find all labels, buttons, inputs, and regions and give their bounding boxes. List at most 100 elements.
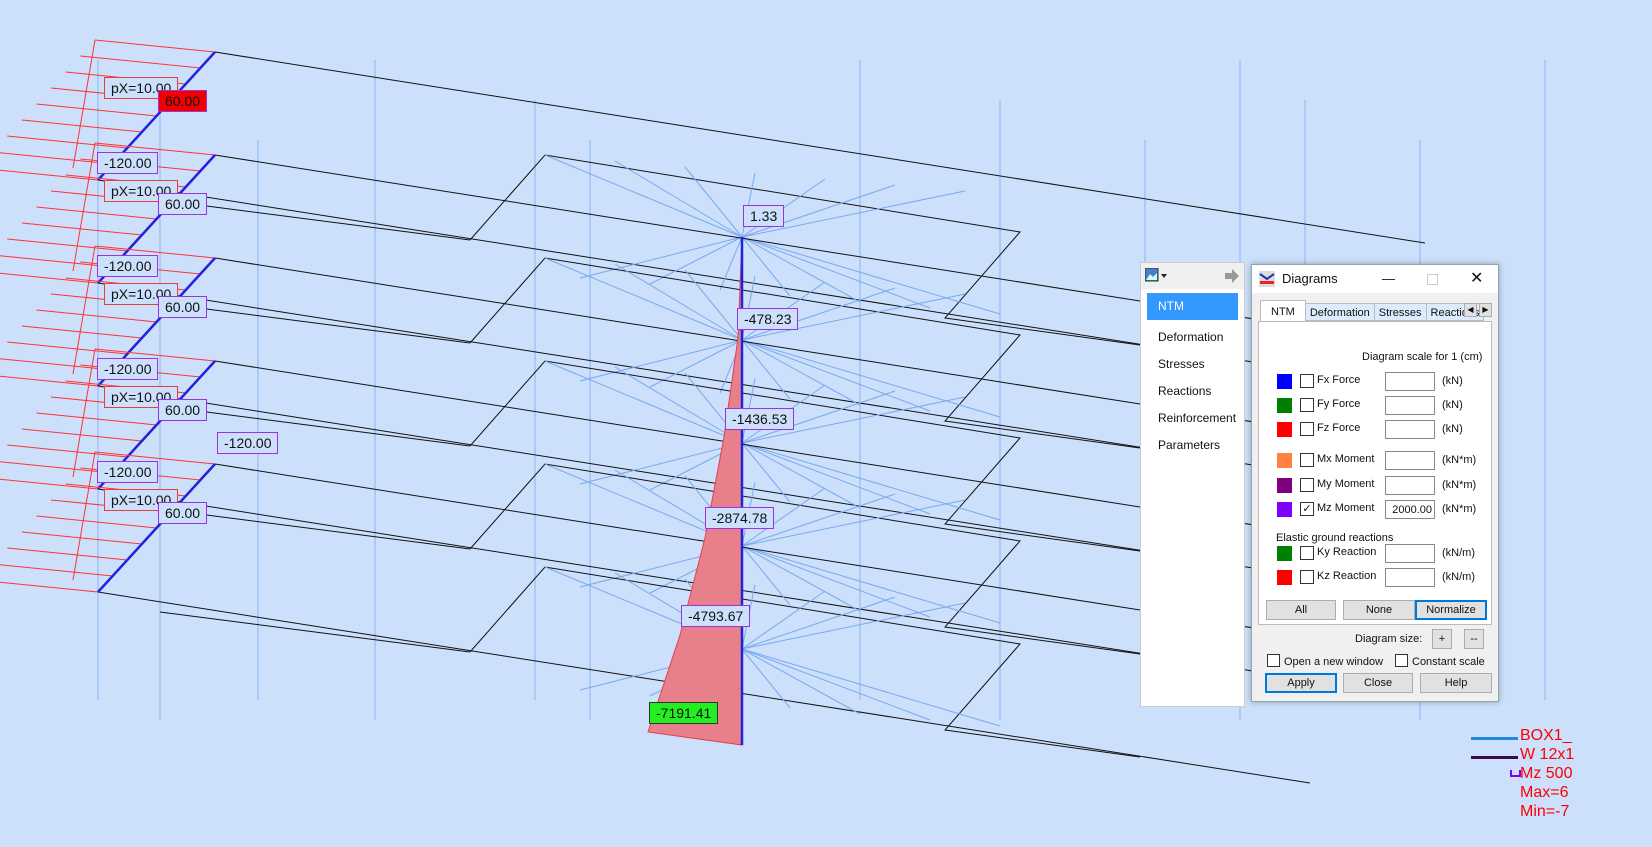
floor-edge xyxy=(97,282,1311,475)
load-arrow xyxy=(0,461,113,474)
all-button[interactable]: All xyxy=(1266,600,1336,620)
diagram-side-panel: NTM Deformation Stresses Reactions Reinforce… xyxy=(1140,262,1245,707)
help-button[interactable]: Help xyxy=(1420,673,1492,693)
mesh-line xyxy=(741,648,1001,727)
none-button[interactable]: None xyxy=(1343,600,1415,620)
maximize-button[interactable] xyxy=(1427,274,1438,285)
side-item-deformation[interactable]: Deformation xyxy=(1141,324,1244,351)
scale-input[interactable] xyxy=(1385,568,1435,587)
legend-swatch xyxy=(1471,737,1518,740)
floor-edge xyxy=(214,51,1426,244)
mesh-line xyxy=(719,236,743,291)
tab-scroll-right[interactable]: ▶ xyxy=(1479,303,1492,317)
moment-label: -4793.67 xyxy=(681,605,751,627)
legend-text: Mz 500 xyxy=(1520,765,1573,782)
mesh-line xyxy=(741,596,896,650)
normalize-button[interactable]: Normalize xyxy=(1415,600,1487,620)
mesh-line xyxy=(741,442,931,515)
side-item-stresses[interactable]: Stresses xyxy=(1141,351,1244,378)
close-icon[interactable]: ✕ xyxy=(1470,265,1483,293)
load-arrow xyxy=(7,238,128,252)
mesh-line xyxy=(579,236,743,279)
row-label: Fx Force xyxy=(1317,374,1361,386)
apply-button[interactable]: Apply xyxy=(1265,673,1337,693)
color-swatch[interactable] xyxy=(1277,546,1292,561)
side-item-reinforcement[interactable]: Reinforcement xyxy=(1141,405,1244,432)
mesh-line xyxy=(741,442,1001,521)
tab-ntm[interactable]: NTM xyxy=(1260,300,1306,323)
mesh-line xyxy=(741,545,1001,624)
beam-end-label: 60.00 xyxy=(158,193,208,215)
ntm-panel: Diagram scale for 1 (cm) Fx Force (kN) Fy … xyxy=(1258,321,1492,625)
diagram-size-minus-button[interactable]: -- xyxy=(1464,629,1484,649)
load-arrow xyxy=(0,581,99,593)
core-outline xyxy=(469,360,1141,552)
close-button[interactable]: Close xyxy=(1343,673,1413,693)
constant-scale-checkbox[interactable]: Constant scale xyxy=(1395,654,1485,668)
unit-label: (kN) xyxy=(1442,375,1463,387)
core-outline xyxy=(469,257,1141,449)
beam xyxy=(97,463,216,593)
checkbox[interactable] xyxy=(1300,453,1314,467)
scale-input[interactable] xyxy=(1385,451,1435,470)
moment-label: -478.23 xyxy=(737,308,799,330)
row-label: Mz Moment xyxy=(1317,502,1375,514)
mesh-line xyxy=(741,648,931,721)
mesh-line xyxy=(741,339,861,406)
checkbox[interactable] xyxy=(1300,478,1314,492)
scale-input[interactable]: 2000.00 xyxy=(1385,500,1435,519)
open-new-window-checkbox[interactable]: Open a new window xyxy=(1267,654,1383,668)
arrow-right-icon[interactable] xyxy=(1224,268,1240,284)
tab-stresses[interactable]: Stresses xyxy=(1373,303,1427,321)
row-fz-force: Fz Force (kN) xyxy=(1259,420,1491,440)
scale-input[interactable] xyxy=(1385,396,1435,415)
scale-input[interactable] xyxy=(1385,372,1435,391)
side-item-ntm[interactable]: NTM xyxy=(1147,293,1238,320)
image-icon[interactable] xyxy=(1145,268,1169,284)
checkbox[interactable]: ✓ xyxy=(1300,502,1314,516)
checkbox[interactable] xyxy=(1300,546,1314,560)
mesh-line xyxy=(544,360,743,444)
mesh-line xyxy=(741,545,931,618)
color-swatch[interactable] xyxy=(1277,570,1292,585)
constant-scale-label: Constant scale xyxy=(1412,656,1485,668)
color-swatch[interactable] xyxy=(1277,453,1292,468)
tab-scroll-left[interactable]: ◀ xyxy=(1464,303,1477,317)
load-arrow xyxy=(36,309,157,323)
minimize-button[interactable]: — xyxy=(1382,265,1395,293)
scale-input[interactable] xyxy=(1385,476,1435,495)
row-label: Fy Force xyxy=(1317,398,1361,410)
load-envelope xyxy=(72,39,96,169)
scale-input[interactable] xyxy=(1385,420,1435,439)
load-arrow xyxy=(21,325,142,339)
color-swatch[interactable] xyxy=(1277,422,1292,437)
beam-start-label: -120.00 xyxy=(97,152,159,174)
load-arrow xyxy=(21,222,142,236)
side-item-parameters[interactable]: Parameters xyxy=(1141,432,1244,459)
checkbox[interactable] xyxy=(1300,570,1314,584)
load-envelope xyxy=(72,348,96,478)
color-swatch[interactable] xyxy=(1277,478,1292,493)
scale-input[interactable] xyxy=(1385,544,1435,563)
color-swatch[interactable] xyxy=(1277,502,1292,517)
tab-deformation[interactable]: Deformation xyxy=(1304,303,1375,321)
mesh-line xyxy=(684,166,743,238)
load-arrow xyxy=(36,515,157,529)
legend-text: Min=-7 xyxy=(1520,803,1570,820)
checkbox[interactable] xyxy=(1300,398,1314,412)
mesh-line xyxy=(741,339,931,412)
diagram-size-plus-button[interactable]: + xyxy=(1432,629,1452,649)
checkbox[interactable] xyxy=(1300,422,1314,436)
load-arrow xyxy=(0,255,113,268)
color-swatch[interactable] xyxy=(1277,398,1292,413)
beam-start-label: -120.00 xyxy=(97,461,159,483)
load-arrow xyxy=(0,478,99,490)
color-swatch[interactable] xyxy=(1277,374,1292,389)
floor-edge xyxy=(97,179,1311,372)
diagrams-dialog: Diagrams — ✕ NTM Deformation Stresses React… xyxy=(1251,264,1499,702)
side-item-reactions[interactable]: Reactions xyxy=(1141,378,1244,405)
mesh-line xyxy=(741,236,861,303)
load-arrow xyxy=(7,547,128,561)
load-arrow xyxy=(0,152,113,165)
checkbox[interactable] xyxy=(1300,374,1314,388)
